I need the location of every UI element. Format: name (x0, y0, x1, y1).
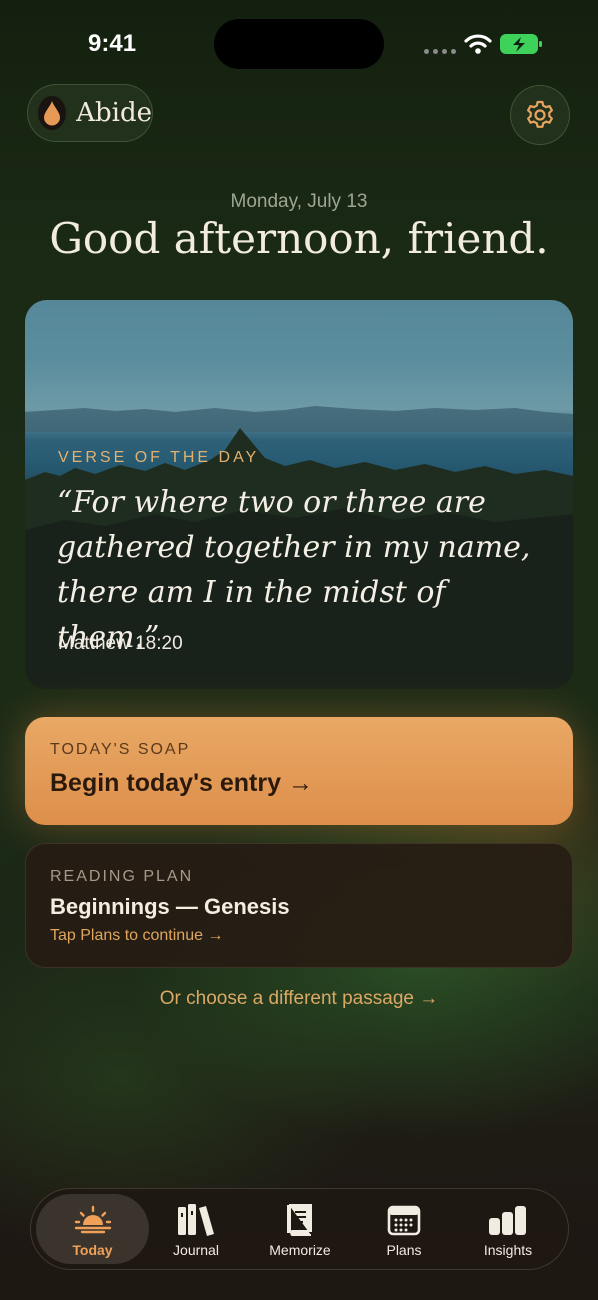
tab-label: Journal (173, 1242, 219, 1258)
tab-today[interactable]: Today (36, 1194, 149, 1264)
tab-memorize[interactable]: Memorize (248, 1194, 352, 1264)
settings-button[interactable] (510, 85, 570, 145)
verse-label: VERSE OF THE DAY (58, 449, 260, 466)
status-time: 9:41 (88, 30, 137, 57)
begin-entry-button: Begin today's entry → (50, 769, 313, 797)
reading-plan-label: READING PLAN (50, 868, 194, 885)
tab-bar: Today Journal Memorize Plans Insights (30, 1188, 569, 1270)
soap-label: TODAY'S SOAP (50, 741, 191, 758)
books-icon (177, 1202, 215, 1238)
date-label: Monday, July 13 (230, 191, 368, 212)
tab-plans[interactable]: Plans (352, 1194, 456, 1264)
tab-journal[interactable]: Journal (144, 1194, 248, 1264)
reading-plan-title: Beginnings — Genesis (50, 894, 290, 919)
bar-chart-icon (488, 1202, 528, 1238)
water-drop-icon (38, 96, 67, 130)
tab-insights[interactable]: Insights (456, 1194, 560, 1264)
book-icon (285, 1202, 315, 1238)
sunrise-icon (73, 1202, 113, 1238)
reading-plan-hint: Tap Plans to continue → (50, 927, 224, 944)
gear-icon (527, 100, 553, 128)
reading-plan-card[interactable]: READING PLAN Beginnings — Genesis Tap Pl… (25, 843, 573, 968)
dynamic-island (214, 19, 384, 69)
soap-entry-card[interactable]: TODAY'S SOAP Begin today's entry → (25, 717, 573, 825)
tab-label: Insights (483, 1242, 533, 1258)
wifi-icon (464, 34, 492, 54)
brand-pill[interactable]: Abide (27, 84, 153, 142)
tab-label: Plans (386, 1242, 422, 1258)
signal-icon (424, 49, 456, 54)
tab-label: Today (72, 1242, 113, 1258)
verse-reference: Matthew 18:20 (58, 633, 183, 654)
verse-card[interactable]: VERSE OF THE DAY “For where two or three… (25, 300, 573, 689)
tab-label: Memorize (269, 1242, 331, 1258)
calendar-icon (387, 1202, 421, 1238)
choose-passage-link[interactable]: Or choose a different passage → (0, 988, 598, 1010)
greeting-title: Good afternoon, friend. (49, 214, 549, 263)
battery-charging-icon (500, 34, 542, 54)
brand-name: Abide (76, 98, 152, 128)
